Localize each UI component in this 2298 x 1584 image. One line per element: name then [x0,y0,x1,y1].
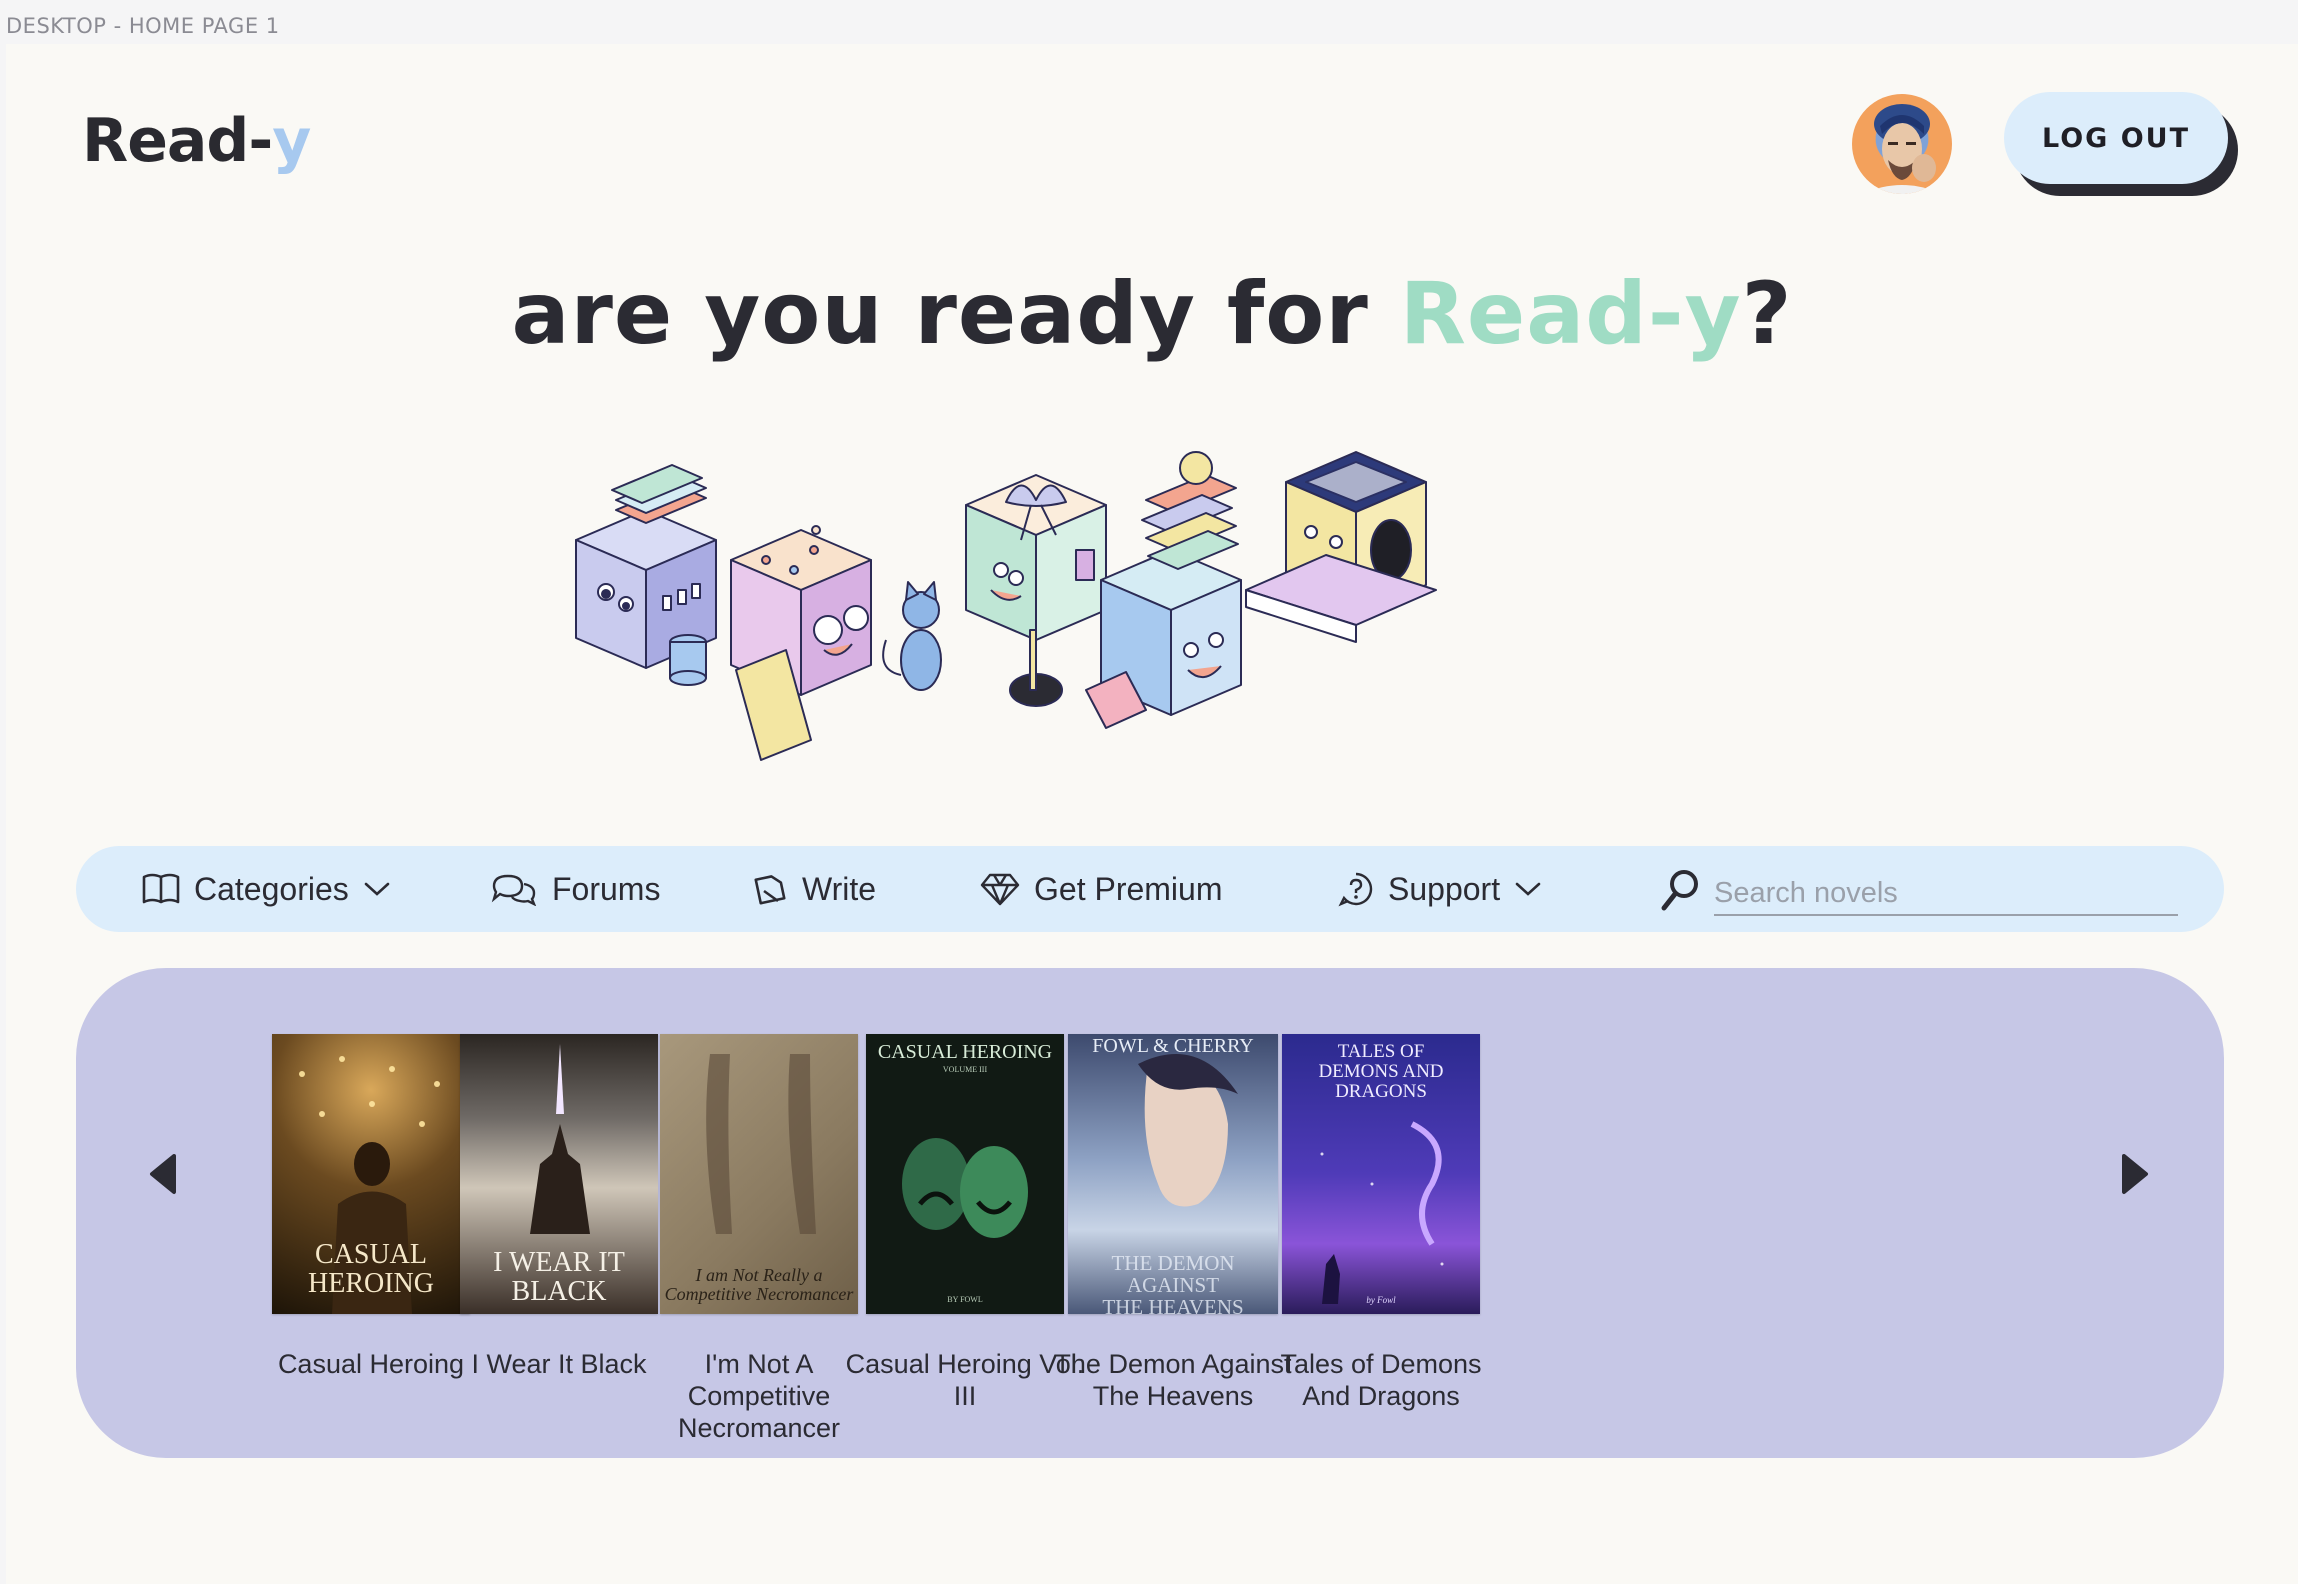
cover-art [1320,1121,1444,1304]
search-input[interactable] [1714,872,2178,916]
nav-item-label: Forums [552,870,661,907]
logo-main: Read- [82,106,273,176]
nav-item-get-premium[interactable]: Get Premium [980,846,1222,932]
hero-title: are you ready for Read-y? [6,264,2298,364]
book-open-icon [142,873,180,904]
nav-item-support[interactable]: Support [1338,846,1542,932]
home-page: Read-y LOG OUT are you ready for Read-y? [6,44,2298,1584]
logo[interactable]: Read-y [82,106,311,176]
chevron-down-icon [364,882,390,896]
arrow-right-icon[interactable] [2114,1150,2154,1198]
nav-bar: Categories Forums Write Get Premium Supp… [76,846,2224,932]
logout-button[interactable]: LOG OUT [2004,92,2228,184]
avatar-portrait-icon [1862,104,1942,194]
pen-icon [754,875,786,905]
search-icon[interactable] [1660,868,1702,914]
book-cover[interactable]: I WEAR IT BLACK [460,1034,658,1314]
chevron-down-icon [1515,882,1541,896]
mint-cube-icon [965,474,1107,707]
nav-item-label: Categories [194,870,349,907]
help-circle-icon [1338,872,1373,907]
logo-accent: y [272,106,311,176]
search-box [1654,860,2184,920]
cat-icon [882,581,942,691]
purple-cube-icon [575,464,717,686]
hero-illustration [575,451,1437,761]
cover-author: BY FOWL [947,1295,983,1304]
cover-title: I am Not Really a Competitive Necromance… [664,1265,854,1304]
nav-item-label: Write [802,870,877,907]
frame-label: DESKTOP - HOME PAGE 1 [6,14,280,38]
brick-cube-icon [1085,451,1242,729]
nav-item-label: Support [1388,870,1501,907]
book-cover[interactable]: TALES OF DEMONS AND DRAGONS by Fowl [1282,1034,1480,1314]
book-cover[interactable]: I am Not Really a Competitive Necromance… [660,1034,858,1314]
arrow-left-icon[interactable] [144,1150,184,1198]
avatar[interactable] [1852,94,1952,194]
book-cover[interactable]: FOWL & CHERRY THE DEMON AGAINST THE HEAV… [1068,1034,1278,1314]
hero-title-suffix: ? [1741,264,1793,364]
logout-button-wrapper: LOG OUT [2004,92,2240,196]
nav-item-label: Get Premium [1034,870,1223,907]
hero-title-brand: Read-y [1399,264,1742,364]
book-carousel: CASUAL HEROING Casual Heroing I WEAR IT … [76,968,2224,1458]
chat-bubbles-icon [491,874,537,906]
book-card[interactable]: TALES OF DEMONS AND DRAGONS by Fowl Tale… [1256,1034,1506,1412]
hero-title-prefix: are you ready for [511,264,1400,364]
book-cover[interactable]: CASUAL HEROING VOLUME III BY FOWL [866,1034,1064,1314]
nav-item-forums[interactable]: Forums [490,846,660,932]
pink-cube-icon [730,525,872,761]
cover-title: THE DEMON AGAINST THE HEAVENS [1102,1251,1244,1314]
cover-title: I WEAR IT BLACK [493,1247,625,1308]
cover-author: by Fowl [1366,1295,1396,1305]
nav-item-write[interactable]: Write [752,846,876,932]
diamond-icon [980,873,1020,906]
book-title: Tales of Demons And Dragons [1280,1349,1482,1411]
masks-icon [902,1138,1028,1238]
yellow-cube-icon [1245,451,1437,643]
nav-item-categories[interactable]: Categories [142,846,391,932]
